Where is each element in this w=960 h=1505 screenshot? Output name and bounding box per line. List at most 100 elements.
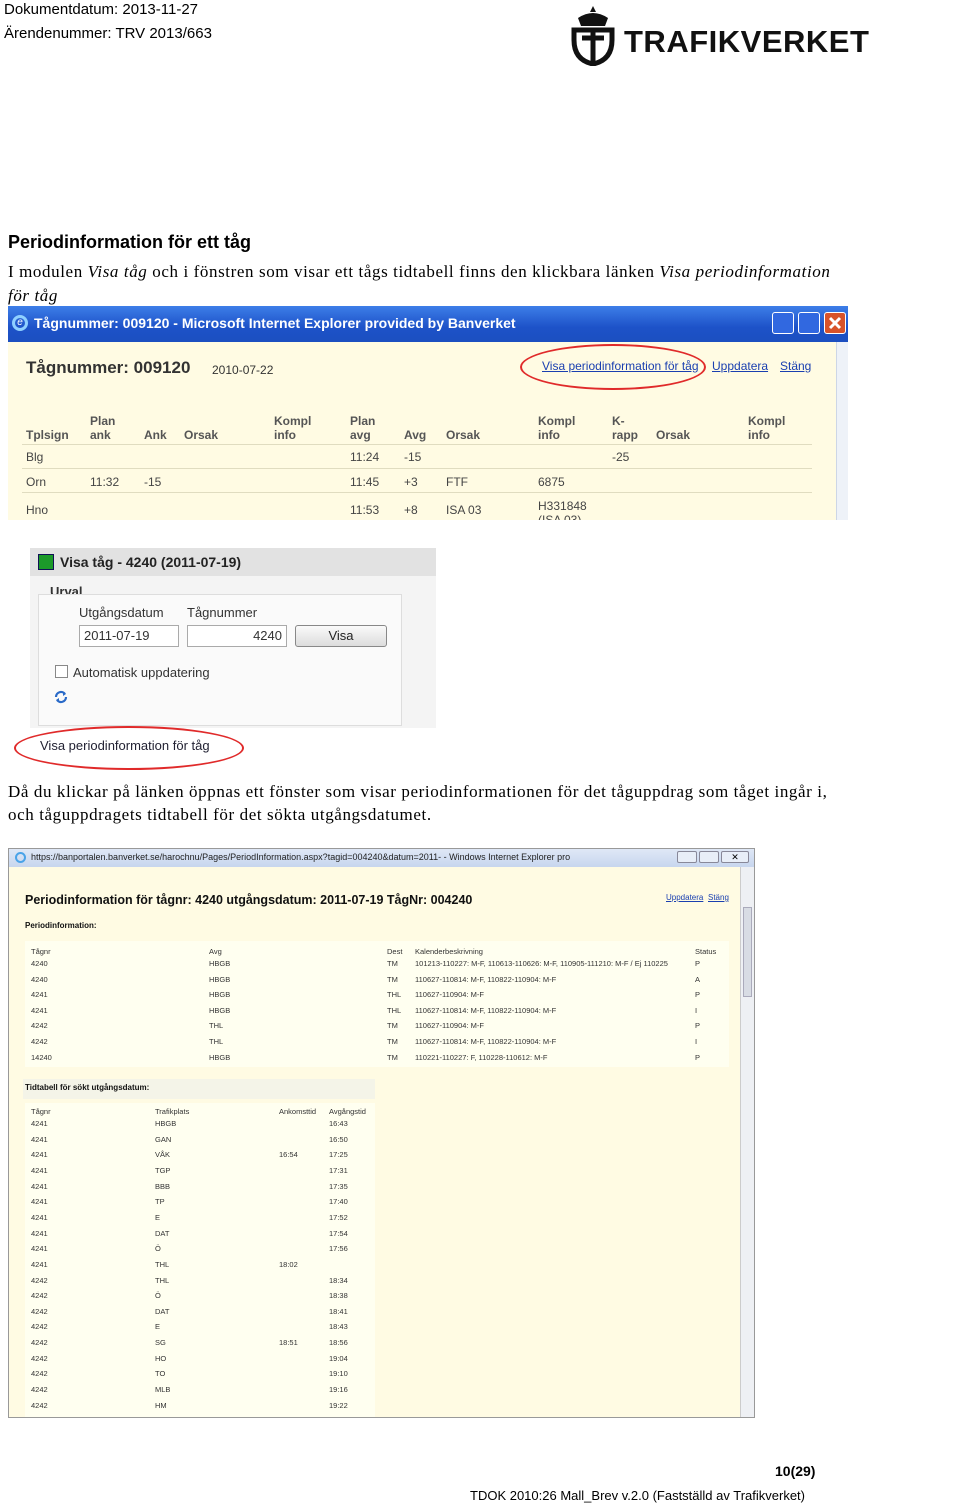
timetable-cell: 18:43 <box>329 1322 348 1332</box>
timetable-cell: 4242 <box>31 1306 48 1316</box>
timetable-cell: SG <box>155 1338 166 1348</box>
timetable-cell: 4242 <box>31 1275 48 1285</box>
row-divider <box>22 492 812 493</box>
screenshot-visa-tag: Visa tåg - 4240 (2011-07-19) Urval Utgån… <box>30 548 436 728</box>
timetable-cell: 4242 <box>31 1322 48 1332</box>
timetable-cell: BBB <box>155 1181 171 1191</box>
ie-icon <box>15 852 26 863</box>
timetable-column-header: Avgångstid <box>329 1107 366 1116</box>
template-info: TDOK 2010:26 Mall_Brev v.2.0 (Fastställd… <box>470 1488 805 1503</box>
timetable-cell: E <box>155 1322 161 1332</box>
scroll-thumb[interactable] <box>743 907 752 997</box>
auto-update-checkbox[interactable] <box>55 665 68 678</box>
period-cell: 110627-110814: M-F, 110822-110904: M-F <box>415 1037 557 1046</box>
timetable-cell: 4241 <box>31 1119 48 1128</box>
column-header: Orsak <box>184 428 219 442</box>
timetable-cell: THL <box>155 1275 170 1285</box>
timetable-cell: 18:41 <box>329 1306 348 1316</box>
period-table: Tågnr Avg Dest Kalenderbeskrivning Status 424… <box>25 941 729 1067</box>
highlight-ellipse-2 <box>14 726 244 770</box>
period-cell: TM <box>387 974 398 984</box>
close-icon: ✕ <box>731 852 739 862</box>
close-button[interactable]: ✕ <box>721 851 749 863</box>
period-cell: 14240 <box>31 1052 52 1062</box>
train-number-label: Tågnummer <box>187 605 258 620</box>
timetable-cell: THL <box>155 1259 170 1269</box>
window-titlebar: e Tågnummer: 009120 - Microsoft Internet… <box>8 306 848 342</box>
column-header: Plan ank <box>90 414 116 442</box>
update-link[interactable]: Uppdatera <box>712 359 768 373</box>
period-cell: 4241 <box>31 1005 48 1015</box>
timetable-cell: 17:54 <box>329 1228 348 1238</box>
period-cell: THL <box>387 1005 402 1015</box>
period-cell: 4242 <box>31 1021 48 1031</box>
date-input[interactable]: 2011-07-19 <box>79 625 179 647</box>
period-cell: 4240 <box>31 959 48 968</box>
table-cell: H331848 (ISA 03) <box>538 499 587 520</box>
trafikverket-logo: TRAFIKVERKET <box>568 4 888 67</box>
period-cell: TM <box>387 1037 398 1046</box>
train-page: Tågnummer: 009120 2010-07-22 Visa period… <box>8 342 836 520</box>
period-section-title: Periodinformation: <box>25 921 97 930</box>
maximize-button[interactable] <box>798 312 820 334</box>
column-header: Orsak <box>446 428 481 442</box>
period-cell: 4240 <box>31 974 48 984</box>
close-link[interactable]: Stäng <box>780 359 811 373</box>
refresh-icon[interactable] <box>53 689 69 705</box>
timetable-cell: 17:56 <box>329 1244 348 1254</box>
timetable-column-header: Ankomsttid <box>279 1107 317 1116</box>
train-title: Tågnummer: 009120 <box>26 358 191 377</box>
column-header: Kompl info <box>274 414 312 442</box>
table-cell: ISA 03 <box>446 503 482 517</box>
period-cell: 110627-110904: M-F <box>415 1021 484 1031</box>
period-cell: HBGB <box>209 1052 231 1062</box>
period-cell: I <box>695 1037 698 1046</box>
period-cell: 4242 <box>31 1037 48 1046</box>
period-cell: TM <box>387 1021 398 1031</box>
close-button[interactable] <box>824 312 846 334</box>
visa-button[interactable]: Visa <box>295 625 387 647</box>
train-number-input[interactable]: 4240 <box>187 625 287 647</box>
screenshot-period-window: https://banportalen.banverket.se/harochn… <box>8 848 755 1418</box>
period-cell: HBGB <box>209 974 231 984</box>
column-header: Ank <box>144 428 167 442</box>
timetable-cell: VÅK <box>155 1150 171 1160</box>
timetable-cell: HBGB <box>155 1119 177 1128</box>
table-cell: Hno <box>26 503 49 517</box>
minimize-button[interactable] <box>677 851 697 863</box>
table-cell: Orn <box>26 475 47 489</box>
update-link[interactable]: Uppdatera <box>666 893 703 902</box>
timetable-cell: 19:10 <box>329 1369 348 1379</box>
period-column-header: Avg <box>209 947 222 956</box>
period-cell: I <box>695 1005 698 1015</box>
maximize-button[interactable] <box>699 851 719 863</box>
timetable-cell: 18:51 <box>279 1338 298 1348</box>
timetable-cell: 16:54 <box>279 1150 298 1160</box>
column-header: Tplsign <box>26 428 69 442</box>
scrollbar[interactable] <box>836 342 848 520</box>
intro-paragraph-cont: för tåg <box>8 286 59 305</box>
period-cell: THL <box>209 1021 224 1031</box>
table-cell: FTF <box>446 475 468 489</box>
minimize-button[interactable] <box>772 312 794 334</box>
row-divider <box>22 444 812 445</box>
scrollbar[interactable] <box>740 867 754 1417</box>
auto-update-label: Automatisk uppdatering <box>73 665 210 680</box>
timetable-cell: DAT <box>155 1306 170 1316</box>
page-number: 10(29) <box>775 1463 816 1479</box>
explanation-line-1: Då du klickar på länken öppnas ett fönst… <box>8 782 828 801</box>
timetable-cell: 4241 <box>31 1181 48 1191</box>
timetable-cell: 18:56 <box>329 1338 348 1348</box>
period-cell: THL <box>209 1037 224 1046</box>
close-link[interactable]: Stäng <box>708 893 729 902</box>
timetable-cell: 17:35 <box>329 1181 348 1191</box>
period-cell: TM <box>387 959 398 968</box>
timetable-cell: 16:50 <box>329 1134 348 1144</box>
timetable-cell: TGP <box>155 1165 171 1175</box>
period-cell: P <box>695 959 701 968</box>
timetable-cell: 4241 <box>31 1212 48 1222</box>
period-heading: Periodinformation för tågnr: 4240 utgång… <box>25 893 473 907</box>
train-date: 2010-07-22 <box>212 363 274 377</box>
timetable-cell: Ö <box>155 1291 161 1301</box>
period-cell: 4241 <box>31 990 48 1000</box>
